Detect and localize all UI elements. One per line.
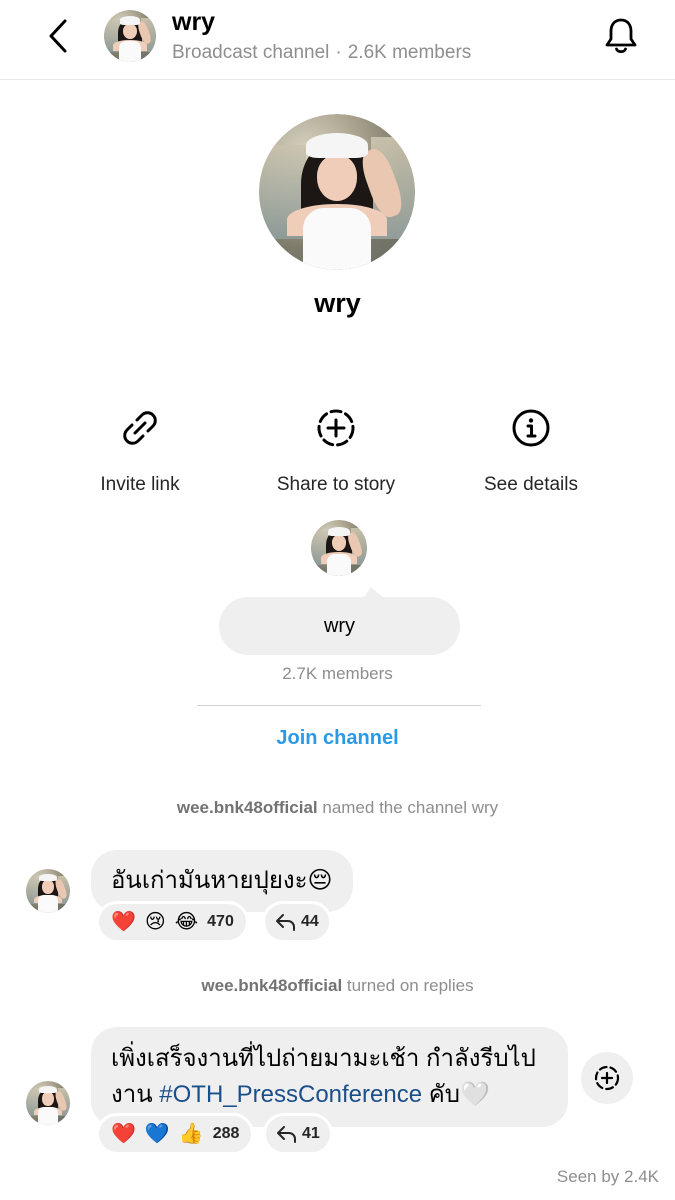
card-member-count: 2.7K members (282, 664, 393, 683)
channel-avatar[interactable] (104, 10, 156, 62)
share-to-story-button[interactable]: Share to story (236, 404, 436, 496)
hashtag-link[interactable]: #OTH_PressConference (159, 1081, 422, 1108)
system-message-text: named the channel wry (317, 798, 499, 817)
message-sender-avatar[interactable] (26, 869, 70, 913)
profile-avatar[interactable] (259, 114, 415, 270)
reaction-heart-icon: ❤️ (111, 1123, 136, 1145)
share-to-story-label: Share to story (276, 474, 396, 495)
reaction-count: 288 (212, 1125, 240, 1142)
invite-link-button[interactable]: Invite link (40, 404, 240, 496)
channel-actions: Invite link Share to story See details (0, 404, 675, 504)
reply-count: 41 (302, 1125, 320, 1142)
channel-subtitle: Broadcast channel · 2.6K members (172, 42, 471, 64)
dashed-circle-plus-icon (317, 409, 355, 447)
reaction-thumbs-up-icon: 👍 (178, 1123, 204, 1145)
see-details-label: See details (483, 474, 578, 495)
card-divider (197, 705, 481, 706)
reaction-heart-icon: ❤️ (111, 911, 136, 933)
reaction-laughing-icon: 😂 (174, 911, 199, 933)
system-message-text: turned on replies (342, 976, 474, 995)
bell-icon (605, 18, 637, 54)
share-message-button[interactable] (581, 1052, 633, 1104)
system-message: wee.bnk48official turned on replies (0, 976, 675, 996)
channel-header: wry Broadcast channel · 2.6K members (0, 0, 675, 80)
reactions-pill[interactable]: ❤️ 💙 👍 288 (96, 1113, 255, 1155)
header-member-count: 2.6K members (347, 42, 472, 63)
invite-link-label: Invite link (100, 474, 180, 495)
join-channel-button[interactable]: Join channel (0, 727, 675, 750)
notifications-button[interactable] (601, 14, 641, 58)
reaction-blue-heart-icon: 💙 (144, 1123, 170, 1145)
reply-arrow-icon (276, 914, 295, 931)
see-details-button[interactable]: See details (431, 404, 631, 496)
reaction-crying-icon: 😢 (144, 911, 166, 933)
profile-name: wry (314, 288, 361, 318)
separator-dot: · (335, 42, 342, 63)
back-button[interactable] (40, 16, 76, 56)
system-message-user[interactable]: wee.bnk48official (177, 798, 318, 817)
card-avatar (311, 520, 367, 576)
message-text-line: เพิ่งเสร็จงานที่ไปถ่ายมามะเช้า กำลังรีบไ… (111, 1045, 536, 1072)
link-icon (123, 411, 157, 445)
system-message-user[interactable]: wee.bnk48official (201, 976, 342, 995)
message-text-line: งาน #OTH_PressConference คับ🤍 (111, 1077, 548, 1113)
message-sender-avatar[interactable] (26, 1081, 70, 1125)
replies-pill[interactable]: 41 (263, 1113, 333, 1155)
channel-title[interactable]: wry (172, 8, 215, 37)
chevron-left-icon (49, 19, 67, 53)
dashed-circle-plus-icon (594, 1065, 620, 1091)
message-bubble[interactable]: เพิ่งเสร็จงานที่ไปถ่ายมามะเช้า กำลังรีบไ… (91, 1027, 568, 1127)
message-text: งาน (111, 1081, 160, 1108)
message-text: อันเก่ามันหายปุยงะ😔 (111, 867, 333, 894)
channel-name-bubble: wry (219, 587, 460, 655)
channel-type: Broadcast channel (172, 42, 330, 63)
reply-count: 44 (301, 913, 319, 930)
system-message: wee.bnk48official named the channel wry (0, 798, 675, 818)
reactions-pill[interactable]: ❤️ 😢 😂 470 (96, 901, 249, 943)
reply-arrow-icon (277, 1126, 296, 1143)
seen-by-count: Seen by 2.4K (556, 1167, 659, 1186)
message-text: คับ🤍 (422, 1081, 490, 1108)
reaction-count: 470 (207, 913, 234, 930)
info-icon (512, 409, 550, 447)
replies-pill[interactable]: 44 (262, 901, 332, 943)
